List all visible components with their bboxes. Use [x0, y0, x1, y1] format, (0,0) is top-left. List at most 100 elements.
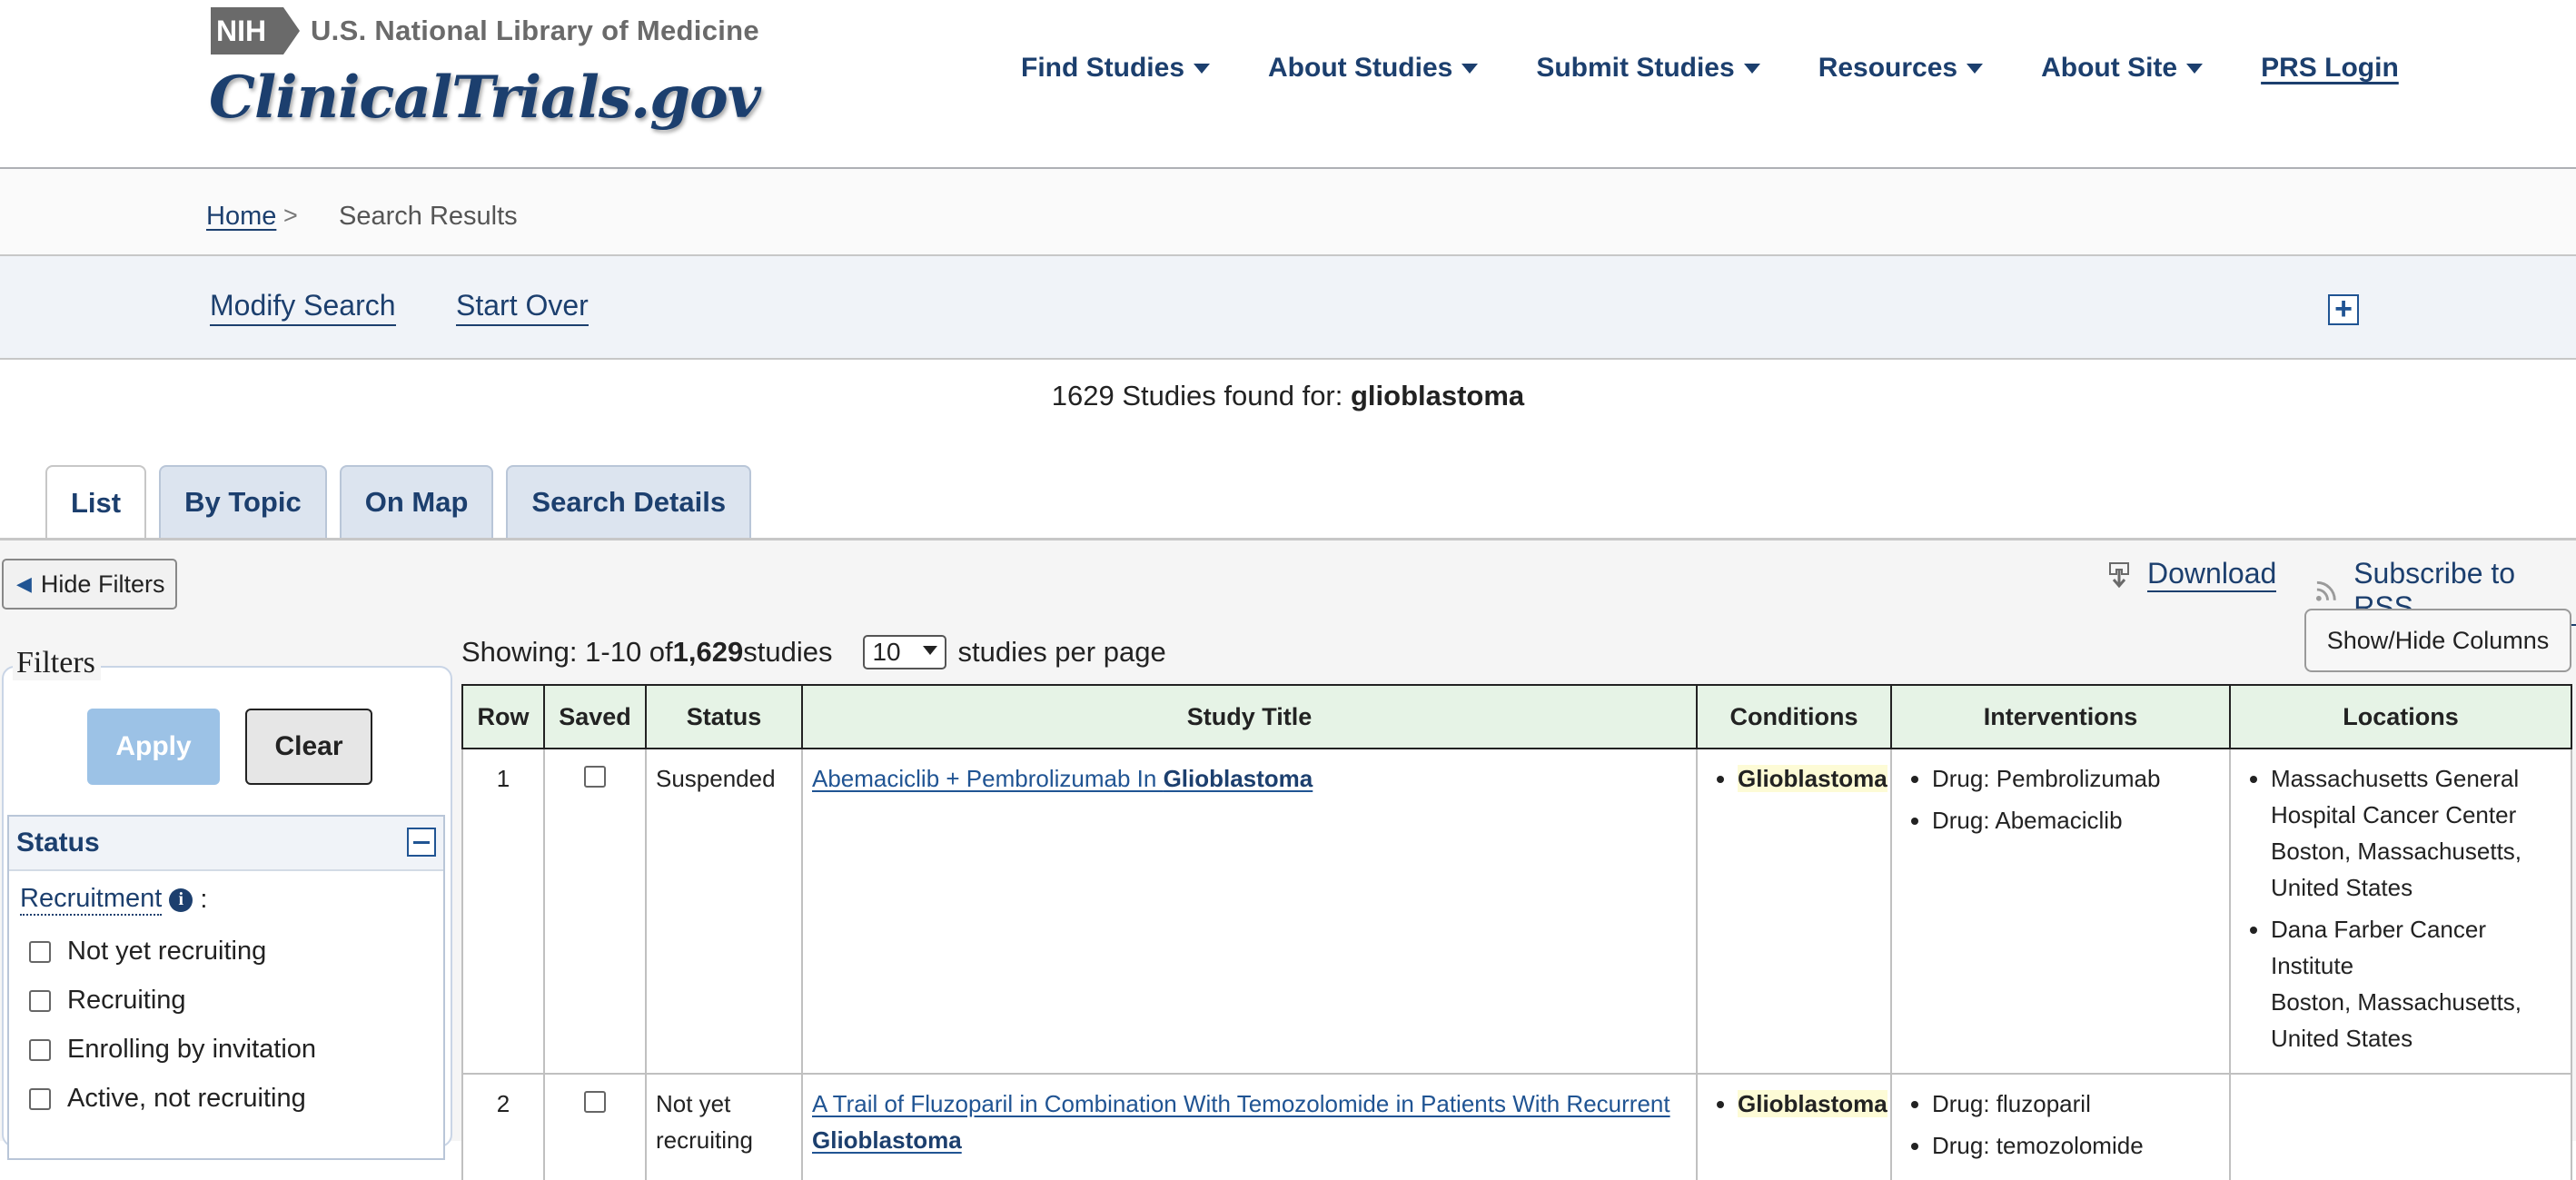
- start-over-link[interactable]: Start Over: [456, 289, 589, 326]
- download-link[interactable]: Download: [2107, 557, 2277, 592]
- saved-cell: [543, 749, 647, 1074]
- tab-by-topic[interactable]: By Topic: [159, 465, 327, 538]
- breadcrumb-home-link[interactable]: Home: [206, 202, 276, 232]
- table-row: 1 Suspended Abemaciclib + Pembrolizumab …: [461, 749, 2572, 1074]
- study-title-text: A Trail of Fluzoparil in Combination Wit…: [812, 1090, 1670, 1117]
- study-title-cell: Abemaciclib + Pembrolizumab In Glioblast…: [801, 749, 1698, 1074]
- main-nav: Find Studies About Studies Submit Studie…: [1021, 53, 2399, 84]
- caret-down-icon: [1967, 63, 1984, 74]
- location-item: Dana Farber Cancer Institute Boston, Mas…: [2271, 911, 2561, 1056]
- interventions-cell: Drug: Pembrolizumab Drug: Abemaciclib: [1890, 749, 2231, 1074]
- nav-label: Resources: [1818, 53, 1958, 83]
- clear-filters-button[interactable]: Clear: [245, 709, 372, 785]
- search-actions-bar: Modify Search Start Over +: [0, 256, 2576, 360]
- info-icon[interactable]: i: [169, 887, 193, 912]
- results-count: 1629: [1051, 380, 1115, 412]
- status-filter-header[interactable]: Status: [9, 817, 443, 871]
- checkbox[interactable]: [29, 1087, 51, 1110]
- study-title-cell: A Trail of Fluzoparil in Combination Wit…: [801, 1073, 1698, 1180]
- intervention-item: Drug: Pembrolizumab: [1932, 760, 2220, 797]
- intervention-item: Drug: temozolomide: [1932, 1127, 2220, 1164]
- download-label: Download: [2147, 557, 2277, 592]
- paging-info: Showing: 1-10 of 1,629 studies 10 studie…: [461, 635, 1166, 669]
- table-row: 2 Not yet recruiting A Trail of Fluzopar…: [461, 1073, 2572, 1180]
- showing-total: 1,629: [672, 636, 744, 668]
- nav-label: Submit Studies: [1536, 53, 1735, 83]
- chevron-down-icon: [923, 646, 938, 655]
- column-header-status[interactable]: Status: [645, 684, 803, 749]
- recruitment-label: Recruitment i :: [20, 884, 207, 916]
- hide-filters-button[interactable]: ◀ Hide Filters: [2, 559, 178, 610]
- study-title-text: Abemaciclib + Pembrolizumab In: [812, 765, 1164, 792]
- apply-filters-button[interactable]: Apply: [87, 709, 220, 785]
- saved-cell: [543, 1073, 647, 1180]
- nav-about-studies[interactable]: About Studies: [1268, 53, 1479, 84]
- filter-recruiting[interactable]: Recruiting: [29, 986, 186, 1016]
- modify-search-link[interactable]: Modify Search: [210, 289, 396, 326]
- filter-option-label: Not yet recruiting: [67, 937, 267, 966]
- tab-search-details[interactable]: Search Details: [506, 465, 752, 538]
- recruitment-colon: :: [200, 885, 208, 914]
- breadcrumb: Home > Search Results: [0, 169, 2576, 256]
- conditions-cell: Glioblastoma: [1696, 1073, 1892, 1180]
- filter-enrolling-by-invitation[interactable]: Enrolling by invitation: [29, 1035, 316, 1065]
- column-header-study-title[interactable]: Study Title: [801, 684, 1698, 749]
- location-place: Boston, Massachusetts, United States: [2271, 988, 2522, 1052]
- nav-label: About Site: [2041, 53, 2178, 83]
- nih-badge: NIH: [211, 7, 300, 55]
- tab-list[interactable]: List: [45, 465, 147, 540]
- site-header: NIH U.S. National Library of Medicine Cl…: [0, 0, 2576, 169]
- download-icon: [2109, 561, 2129, 588]
- column-header-saved[interactable]: Saved: [543, 684, 647, 749]
- locations-cell: [2229, 1073, 2572, 1180]
- nlm-logo[interactable]: NIH U.S. National Library of Medicine: [211, 7, 759, 55]
- results-content: ◀ Hide Filters Download Subscribe to RSS…: [0, 540, 2576, 1180]
- column-header-interventions[interactable]: Interventions: [1890, 684, 2231, 749]
- column-header-row[interactable]: Row: [461, 684, 545, 749]
- study-status: Not yet recruiting: [645, 1073, 803, 1180]
- checkbox[interactable]: [29, 940, 51, 963]
- condition-item: Glioblastoma: [1738, 1086, 1887, 1122]
- checkbox[interactable]: [29, 1038, 51, 1061]
- row-number: 2: [461, 1073, 545, 1180]
- save-checkbox[interactable]: [584, 766, 606, 788]
- study-title-highlight: Glioblastoma: [1163, 765, 1313, 792]
- caret-down-icon: [1461, 63, 1479, 74]
- study-title-link[interactable]: Abemaciclib + Pembrolizumab In Glioblast…: [812, 765, 1313, 792]
- tab-on-map[interactable]: On Map: [339, 465, 494, 538]
- breadcrumb-current: Search Results: [339, 202, 518, 231]
- per-page-select[interactable]: 10: [863, 635, 947, 669]
- results-table: Row Saved Status Study Title Conditions …: [461, 684, 2572, 1180]
- location-place: Boston, Massachusetts, United States: [2271, 838, 2522, 901]
- filter-not-yet-recruiting[interactable]: Not yet recruiting: [29, 937, 266, 967]
- per-page-value: 10: [872, 638, 901, 666]
- status-filter-group: Status Recruitment i : Not yet recruitin…: [7, 815, 445, 1160]
- nav-submit-studies[interactable]: Submit Studies: [1536, 53, 1760, 84]
- condition-text: Glioblastoma: [1738, 765, 1887, 792]
- breadcrumb-separator: >: [283, 202, 298, 229]
- prs-login-link[interactable]: PRS Login: [2261, 53, 2399, 84]
- checkbox[interactable]: [29, 989, 51, 1012]
- intervention-item: Drug: Abemaciclib: [1932, 802, 2220, 838]
- caret-down-icon: [1194, 63, 1210, 74]
- showing-suffix: studies: [743, 636, 833, 668]
- filter-active-not-recruiting[interactable]: Active, not recruiting: [29, 1084, 306, 1114]
- study-title-link[interactable]: A Trail of Fluzoparil in Combination Wit…: [812, 1090, 1670, 1154]
- study-title-highlight: Glioblastoma: [812, 1126, 962, 1154]
- column-header-locations[interactable]: Locations: [2229, 684, 2572, 749]
- row-number: 1: [461, 749, 545, 1074]
- show-hide-columns-button[interactable]: Show/Hide Columns: [2304, 609, 2571, 672]
- recruitment-label-text[interactable]: Recruitment: [20, 884, 163, 916]
- minus-box-icon[interactable]: [407, 828, 436, 857]
- nav-about-site[interactable]: About Site: [2041, 53, 2204, 84]
- nav-resources[interactable]: Resources: [1818, 53, 1984, 84]
- filter-option-label: Enrolling by invitation: [67, 1035, 317, 1064]
- table-header-row: Row Saved Status Study Title Conditions …: [461, 684, 2572, 749]
- save-checkbox[interactable]: [584, 1091, 606, 1113]
- showing-prefix: Showing: 1-10 of: [461, 636, 673, 668]
- results-tabs: List By Topic On Map Search Details: [45, 465, 764, 540]
- column-header-conditions[interactable]: Conditions: [1696, 684, 1892, 749]
- plus-box-icon[interactable]: +: [2328, 293, 2359, 325]
- nav-find-studies[interactable]: Find Studies: [1021, 53, 1210, 84]
- site-logo-title[interactable]: ClinicalTrials.gov: [209, 64, 761, 132]
